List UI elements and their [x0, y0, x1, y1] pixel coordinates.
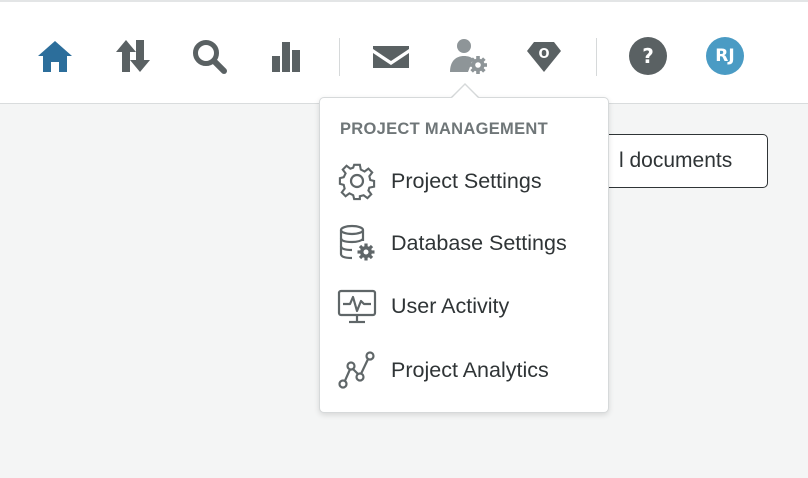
nav-transfer-button[interactable]	[109, 32, 157, 80]
user-gear-icon	[450, 39, 487, 74]
envelope-icon	[373, 46, 409, 68]
menu-item-label: Project Analytics	[391, 357, 549, 382]
menu-item-label: Database Settings	[391, 230, 567, 255]
menu-item-project-analytics[interactable]: Project Analytics	[320, 343, 608, 397]
gear-icon	[338, 163, 376, 201]
avatar-initials: RJ	[715, 46, 735, 66]
user-avatar-button[interactable]: RJ	[701, 32, 749, 80]
analytics-graph-icon	[338, 351, 375, 389]
dropdown-header: PROJECT MANAGEMENT	[340, 120, 548, 138]
nav-reports-button[interactable]	[262, 32, 310, 80]
help-icon: ?	[629, 37, 667, 75]
bar-chart-icon	[272, 42, 300, 72]
nav-badge-button[interactable]: O	[520, 32, 568, 80]
monitor-activity-icon	[337, 289, 377, 324]
top-navigation-bar: O ? RJ	[0, 0, 808, 104]
search-icon	[193, 40, 227, 74]
nav-project-management-button[interactable]	[444, 32, 492, 80]
home-icon	[38, 41, 72, 72]
documents-button-label: l documents	[619, 149, 733, 172]
nav-home-button[interactable]	[31, 32, 79, 80]
badge-text: O	[538, 47, 549, 62]
menu-item-user-activity[interactable]: User Activity	[320, 279, 608, 333]
database-gear-icon	[339, 224, 375, 261]
transfer-arrows-icon	[116, 40, 150, 72]
menu-item-label: User Activity	[391, 293, 510, 318]
gem-badge-icon: O	[527, 42, 561, 72]
menu-item-database-settings[interactable]: Database Settings	[320, 216, 608, 270]
menu-item-project-settings[interactable]: Project Settings	[320, 154, 608, 208]
nav-separator	[596, 38, 597, 76]
nav-separator	[339, 38, 340, 76]
nav-messages-button[interactable]	[367, 32, 415, 80]
menu-item-label: Project Settings	[391, 168, 542, 193]
avatar: RJ	[706, 37, 744, 75]
nav-search-button[interactable]	[185, 32, 233, 80]
help-text: ?	[642, 44, 654, 68]
dropdown-caret-fill	[451, 85, 479, 99]
project-management-dropdown: PROJECT MANAGEMENT Project Settings Data…	[319, 97, 609, 413]
nav-help-button[interactable]: ?	[624, 32, 672, 80]
